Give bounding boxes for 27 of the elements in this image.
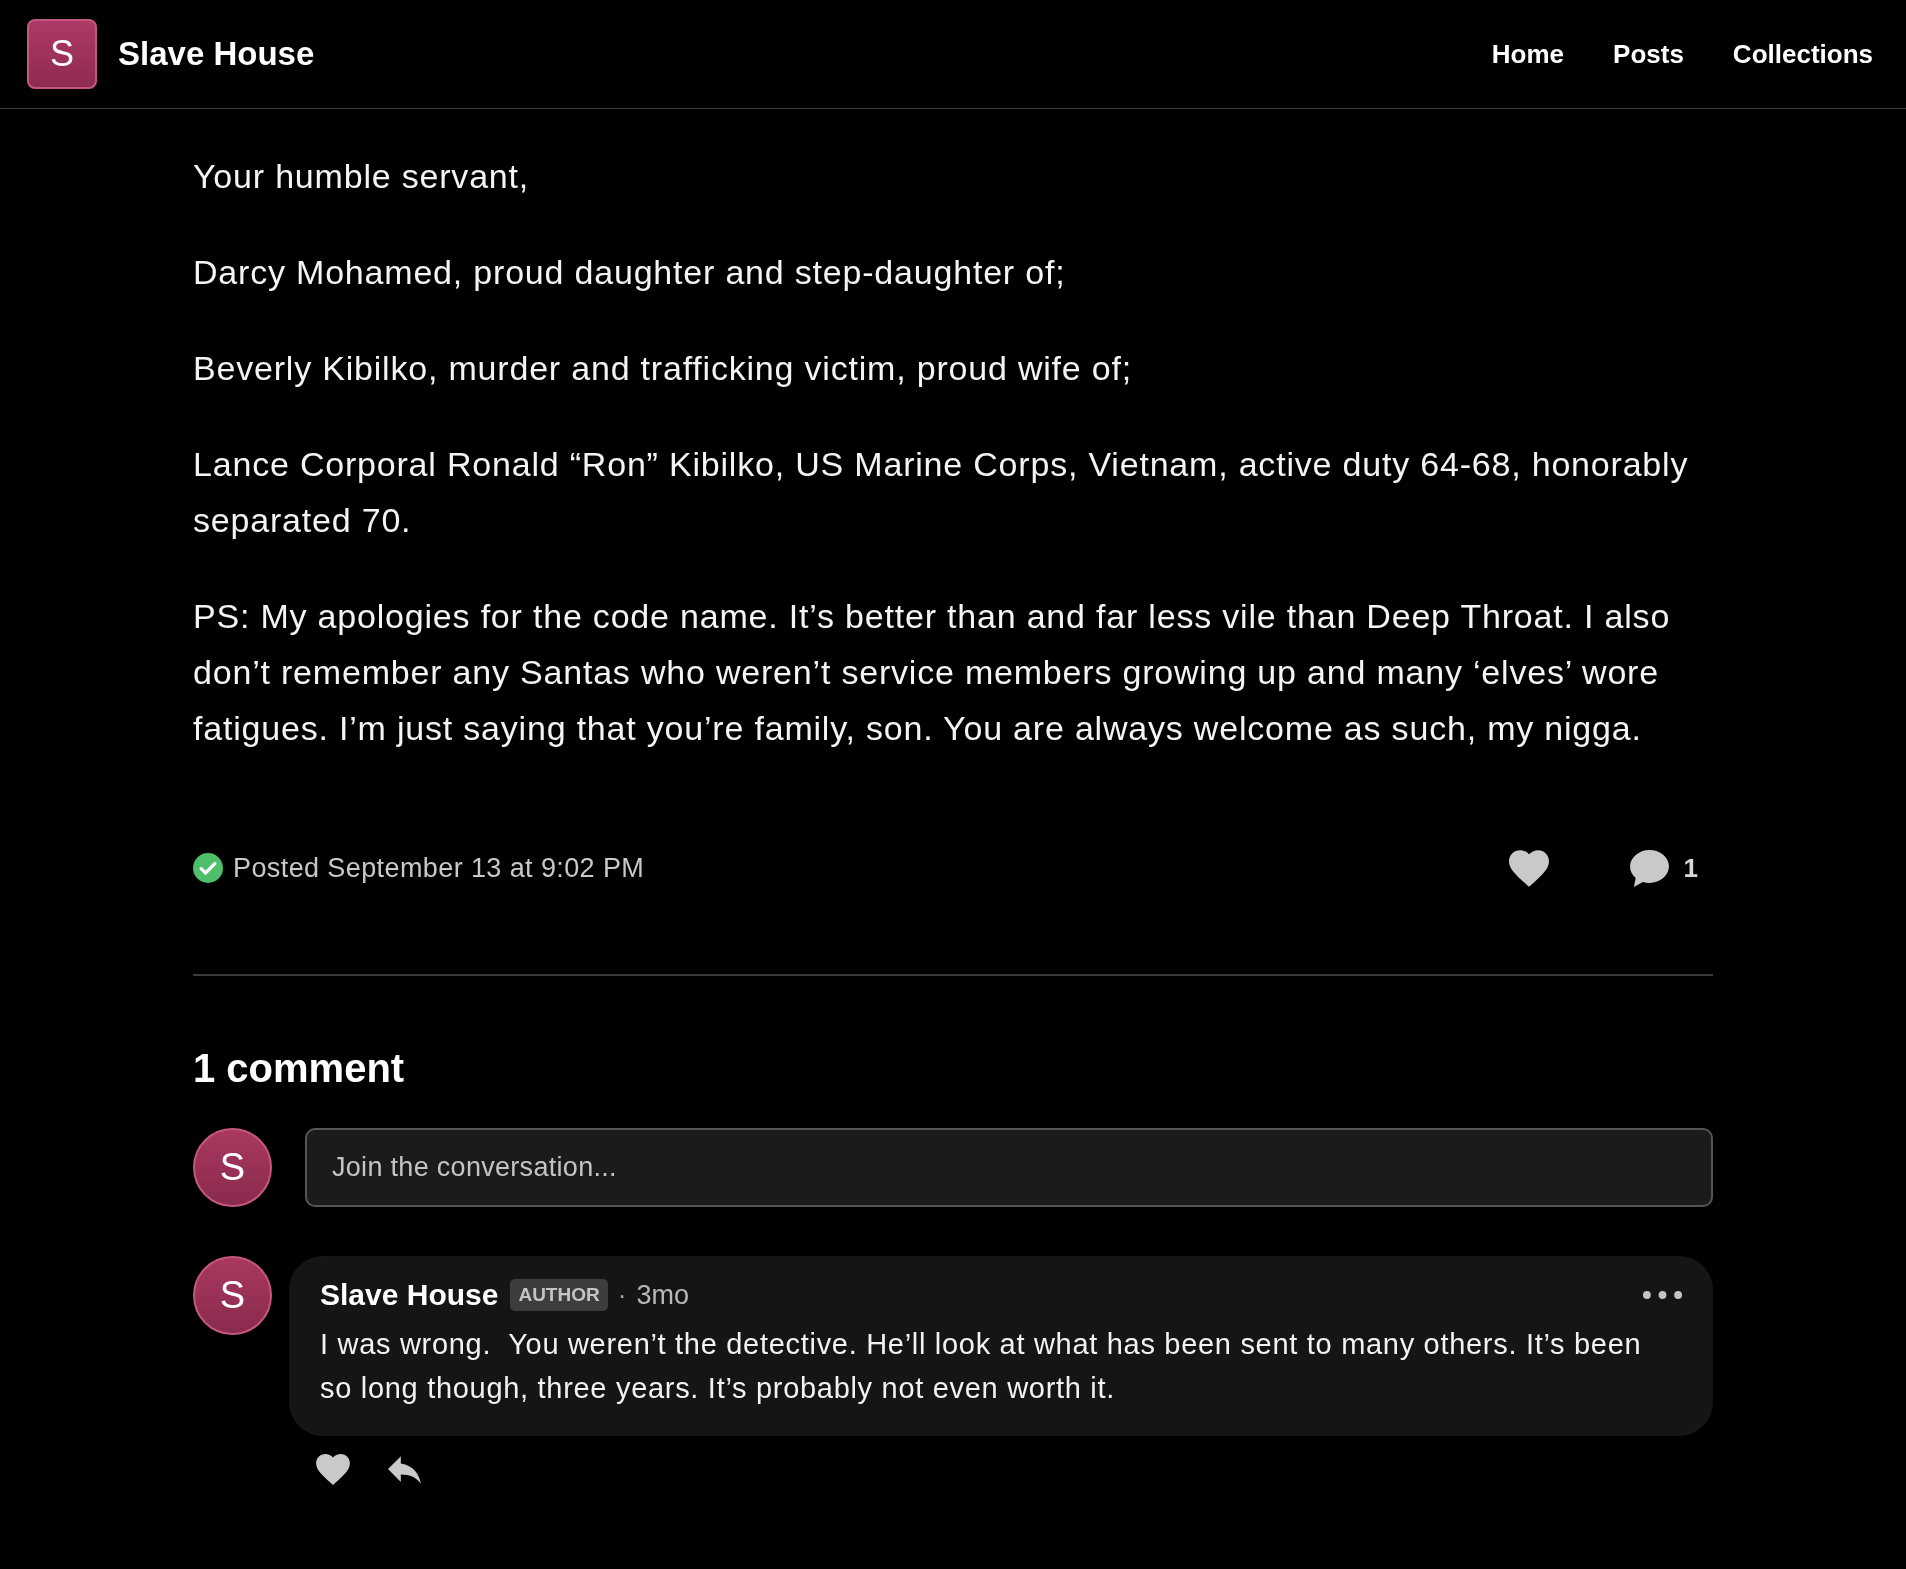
speech-bubble-icon	[1629, 849, 1669, 887]
heart-icon[interactable]	[1508, 849, 1549, 887]
body-paragraph: Your humble servant,	[193, 156, 531, 197]
author-badge: AUTHOR	[510, 1279, 608, 1311]
separator-dot: ·	[617, 1279, 627, 1311]
comment-time: 3mo	[636, 1279, 689, 1311]
site-logo[interactable]: S	[27, 19, 97, 89]
comment-text: I was wrong. You weren’t the detective. He’ll look at what has been sent to many others. It’s been so long though, three years. It’s probably not even worth it.	[320, 1327, 1643, 1406]
check-circle-icon	[193, 853, 223, 883]
more-options-icon[interactable]	[1643, 1291, 1682, 1299]
site-name[interactable]: Slave House	[118, 35, 315, 73]
comment-input[interactable]: Join the conversation...	[305, 1128, 1713, 1207]
posted-date: Posted September 13 at 9:02 PM	[233, 852, 645, 884]
body-paragraph: Lance Corporal Ronald “Ron” Kibilko, US Marine Corps, Vietnam, active duty 64-68, honorably separated 70.	[193, 444, 1690, 541]
comment-author[interactable]: Slave House	[320, 1278, 499, 1312]
avatar: S	[193, 1128, 272, 1207]
nav-link[interactable]: Collections	[1732, 38, 1873, 70]
comments-heading: 1 comment	[193, 1045, 406, 1092]
avatar: S	[193, 1256, 272, 1335]
heart-icon[interactable]	[316, 1454, 350, 1485]
reply-icon[interactable]	[388, 1455, 421, 1484]
body-paragraph: Darcy Mohamed, proud daughter and step-daughter of;	[193, 252, 1067, 293]
comments-button[interactable]: 1	[1629, 849, 1698, 887]
body-paragraph: Beverly Kibilko, murder and trafficking victim, proud wife of;	[193, 348, 1133, 389]
nav-link[interactable]: Home	[1491, 38, 1565, 70]
body-paragraph: PS: My apologies for the code name. It’s better than and far less vile than Deep Throat. I also don’t remember any Santas who weren’t service members growing up and many ‘elves’ wore fatigues. I’m just saying that you’re family, son. You are always welcome as such, my nigga.	[193, 596, 1672, 749]
nav-link[interactable]: Posts	[1613, 38, 1684, 70]
